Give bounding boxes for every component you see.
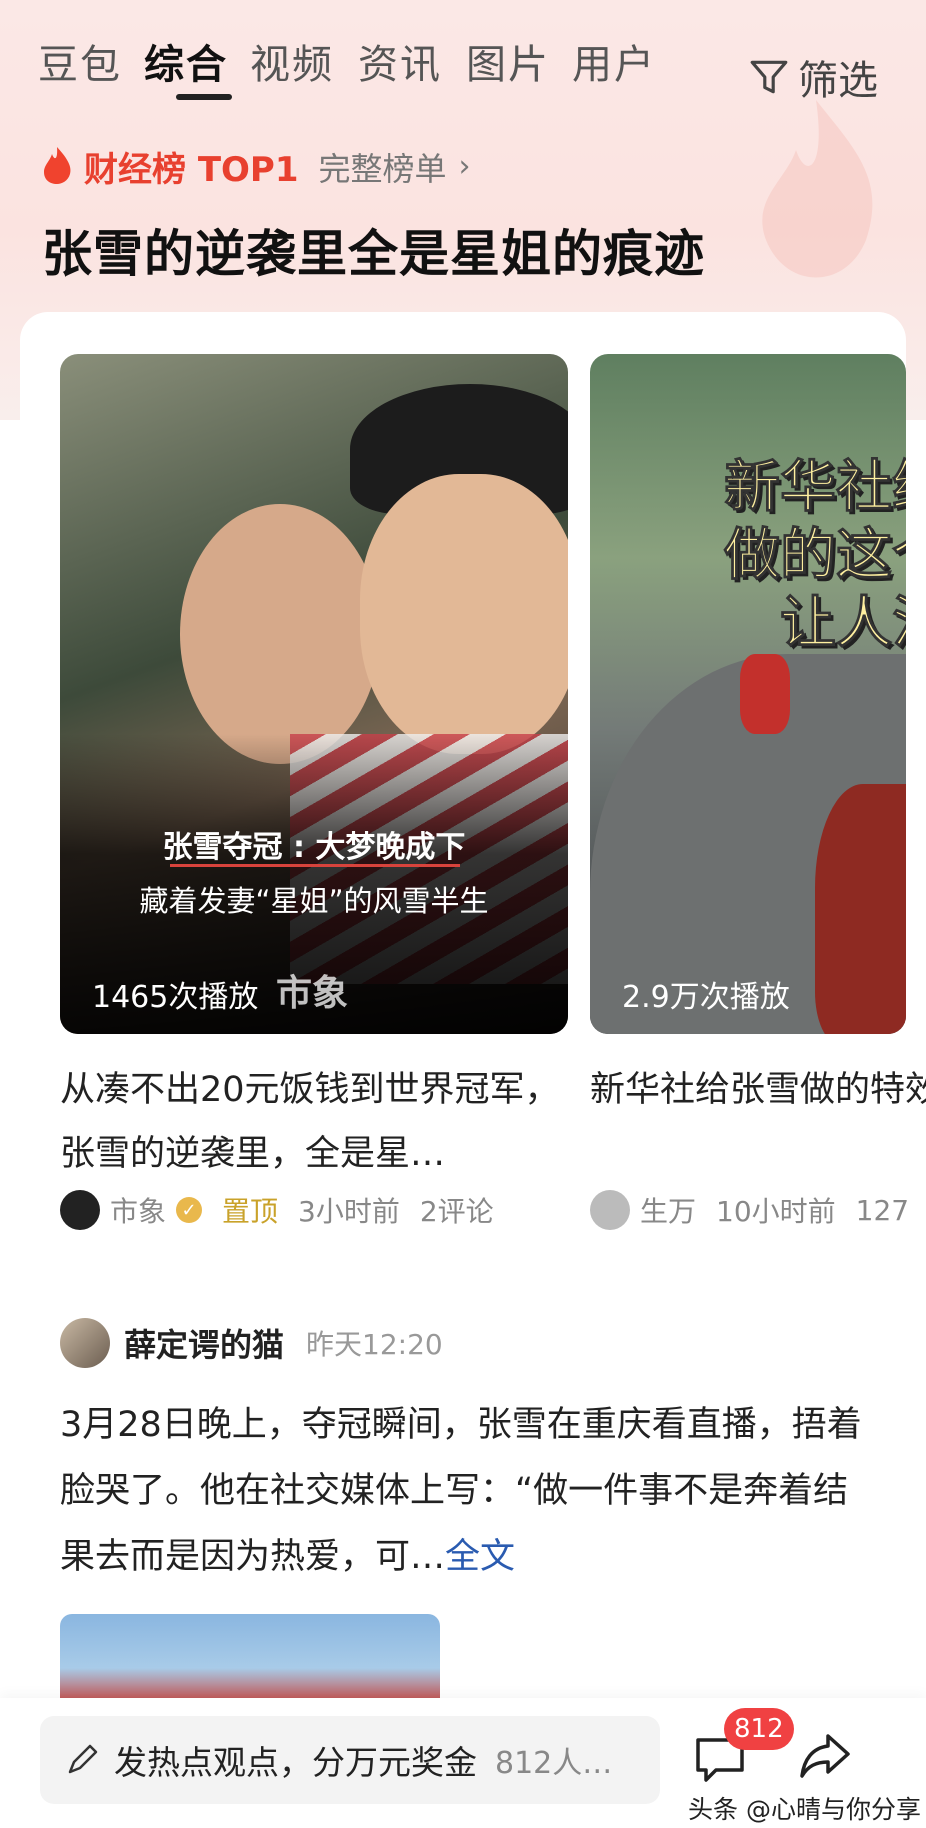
share-icon[interactable] xyxy=(798,1728,854,1784)
read-more-link[interactable]: 全文 xyxy=(445,1537,515,1577)
post-header: 薛定谔的猫 昨天12:20 xyxy=(60,1318,443,1368)
bottom-bar: 发热点观点，分万元奖金 812人… 812 头条 @心晴与你分享 xyxy=(0,1698,926,1828)
source-name[interactable]: 市象 xyxy=(110,1190,166,1230)
pinned-badge: 置顶 xyxy=(222,1195,279,1228)
search-tabs: 豆包 综合 视频 资讯 图片 用户 筛选 xyxy=(0,18,926,108)
post-time: 昨天12:20 xyxy=(306,1328,443,1361)
pen-icon xyxy=(68,1744,98,1774)
source-name[interactable]: 生万 xyxy=(640,1190,696,1230)
thumbnail-art xyxy=(360,474,568,754)
filter-button[interactable]: 筛选 xyxy=(748,48,878,106)
post-time: 3小时前 xyxy=(298,1195,400,1228)
thumbnail-art xyxy=(740,654,790,734)
compose-label: 发热点观点，分万元奖金 xyxy=(114,1743,477,1782)
extra-count: 127 xyxy=(855,1193,910,1227)
avatar[interactable] xyxy=(590,1190,630,1230)
video-watermark: 市象 xyxy=(276,973,349,1014)
post-body[interactable]: 3月28日晚上，夺冠瞬间，张雪在重庆看直播，捂着脸哭了。他在社交媒体上写：“做一… xyxy=(60,1392,880,1590)
post-time: 10小时前 xyxy=(716,1195,836,1228)
play-count: 2.9万次播放 xyxy=(622,980,790,1015)
video-thumbnail-1[interactable]: 张雪夺冠 : 大梦晚成下 藏着发妻“星姐”的风雪半生 1465次播放 市象 xyxy=(60,354,568,1034)
video-meta-1: 市象 ✓ 置顶 3小时前 2评论 xyxy=(60,1190,494,1230)
tab-doubao[interactable]: 豆包 xyxy=(38,32,122,90)
caption-divider xyxy=(170,864,460,867)
video-caption-line2: 藏着发妻“星姐”的风雪半生 xyxy=(139,884,489,918)
tab-images[interactable]: 图片 xyxy=(466,32,550,90)
thumbnail-art xyxy=(815,784,906,1034)
tab-news[interactable]: 资讯 xyxy=(358,32,442,90)
play-count: 1465次播放 xyxy=(92,980,259,1015)
video-overlay-title: 新华社给 做的这个 让人泪 xyxy=(724,455,907,657)
comment-count: 2评论 xyxy=(419,1195,494,1228)
comment-count-badge: 812 xyxy=(724,1708,794,1750)
hot-rank-label: 财经榜 TOP1 xyxy=(84,150,299,190)
post-image[interactable] xyxy=(60,1614,440,1704)
compose-input[interactable]: 发热点观点，分万元奖金 812人… xyxy=(40,1716,660,1804)
tab-video[interactable]: 视频 xyxy=(250,32,334,90)
compose-count: 812人… xyxy=(495,1746,613,1781)
verified-icon: ✓ xyxy=(176,1197,203,1223)
chevron-right-icon: › xyxy=(458,149,471,184)
video-caption-line1: 张雪夺冠 : 大梦晚成下 xyxy=(162,830,466,865)
video-thumbnail-2[interactable]: 新华社给 做的这个 让人泪 2.9万次播放 xyxy=(590,354,906,1034)
flame-decoration-icon xyxy=(762,100,873,278)
avatar[interactable] xyxy=(60,1318,110,1368)
filter-label: 筛选 xyxy=(798,58,878,104)
hot-list-row[interactable]: 财经榜 TOP1 完整榜单 › xyxy=(40,142,471,191)
tab-comprehensive[interactable]: 综合 xyxy=(144,32,228,90)
filter-icon xyxy=(750,60,788,94)
video-meta-2: 生万 10小时前 127 xyxy=(590,1190,909,1230)
video-title-1[interactable]: 从凑不出20元饭钱到世界冠军，张雪的逆袭里，全是星… xyxy=(60,1058,580,1186)
video-title-2[interactable]: 新华社给张雪做的特效让人类泪了了 xyxy=(590,1058,926,1122)
full-list-link[interactable]: 完整榜单 xyxy=(319,144,447,190)
hot-headline[interactable]: 张雪的逆袭里全是星姐的痕迹 xyxy=(42,214,705,286)
thumbnail-art xyxy=(180,504,380,764)
post-author[interactable]: 薛定谔的猫 xyxy=(124,1320,284,1366)
active-tab-indicator xyxy=(176,94,232,100)
hot-flame-icon xyxy=(40,145,74,189)
source-watermark: 头条 @心晴与你分享 xyxy=(688,1795,921,1824)
tab-users[interactable]: 用户 xyxy=(572,32,656,90)
avatar[interactable] xyxy=(60,1190,100,1230)
